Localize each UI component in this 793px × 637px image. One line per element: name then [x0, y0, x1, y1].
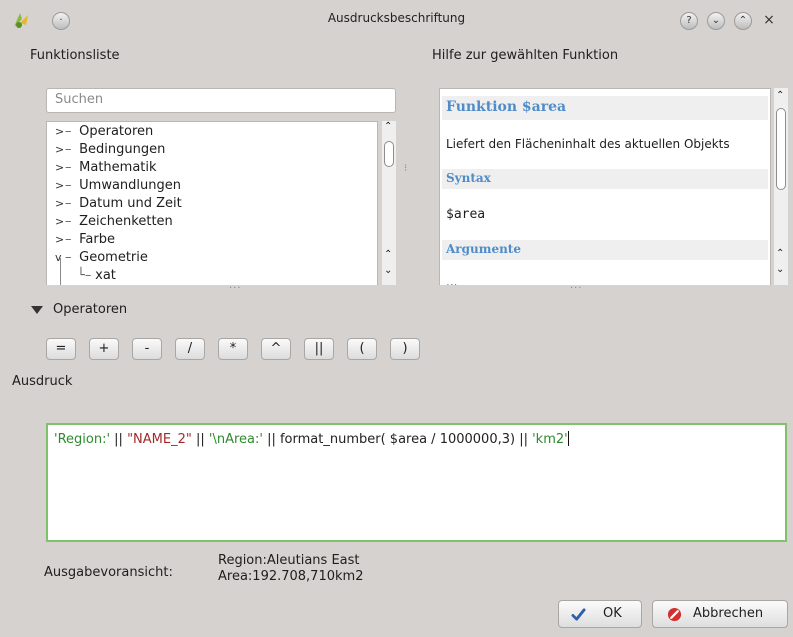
expand-arrow-icon[interactable]: >: [55, 231, 65, 249]
ok-button[interactable]: OK: [558, 600, 642, 628]
help-button[interactable]: ?: [680, 12, 698, 30]
tree-item-farbe[interactable]: >– Farbe: [55, 231, 115, 249]
op-close-paren-button[interactable]: ): [390, 338, 420, 360]
scroll-up-icon[interactable]: ⌃: [776, 248, 784, 259]
checkmark-icon: [571, 608, 586, 621]
scroll-thumb[interactable]: [776, 108, 786, 190]
op-equals-button[interactable]: =: [46, 338, 76, 360]
maximize-button[interactable]: ⌃: [734, 12, 752, 30]
scroll-down-icon[interactable]: ⌄: [776, 264, 784, 275]
minimize-button[interactable]: ⌄: [707, 12, 725, 30]
tree-item-mathematik[interactable]: >– Mathematik: [55, 159, 157, 177]
tree-guide-line: [60, 258, 61, 285]
op-multiply-button[interactable]: *: [218, 338, 248, 360]
expand-arrow-icon[interactable]: >: [55, 177, 65, 195]
expr-token: ||: [110, 432, 128, 447]
tree-item-xat[interactable]: └– xat: [77, 267, 116, 285]
tree-scrollbar[interactable]: ⌃ ⌃ ⌄: [382, 121, 396, 285]
expression-label: Ausdruck: [12, 374, 73, 389]
cancel-button[interactable]: Abbrechen: [652, 600, 788, 628]
operators-section-title[interactable]: Operatoren: [53, 302, 127, 317]
text-cursor: [567, 431, 569, 446]
arguments-heading: Argumente: [442, 240, 768, 260]
preview-label: Ausgabevoransicht:: [44, 565, 173, 580]
tree-item-geometrie[interactable]: v – Geometrie: [55, 249, 148, 267]
tree-item-datum-und-zeit[interactable]: >– Datum und Zeit: [55, 195, 182, 213]
tree-item-label: Mathematik: [79, 160, 157, 175]
cancel-label: Abbrechen: [693, 606, 764, 621]
help-description: Liefert den Flächeninhalt des aktuellen …: [446, 137, 730, 151]
expr-token: || format_number( $area / 1000000,3) ||: [262, 432, 533, 447]
close-button[interactable]: ×: [761, 12, 777, 28]
preview-line-1: Region:Aleutians East: [218, 553, 360, 568]
title-bar: · Ausdrucksbeschriftung ? ⌄ ⌃ ×: [0, 0, 793, 40]
function-tree[interactable]: >– Operatoren >– Bedingungen >– Mathemat…: [46, 121, 378, 285]
splitter-handle-bottom[interactable]: ···: [229, 283, 242, 294]
help-heading: Funktion $area: [442, 96, 768, 120]
window-title: Ausdrucksbeschriftung: [327, 11, 466, 25]
tree-item-umwandlungen[interactable]: >– Umwandlungen: [55, 177, 181, 195]
preview-line-2: Area:192.708,710km2: [218, 569, 364, 584]
op-power-button[interactable]: ^: [261, 338, 291, 360]
cancel-icon: [667, 607, 682, 622]
help-scrollbar[interactable]: ⌃ ⌃ ⌄: [774, 88, 788, 285]
search-input[interactable]: Suchen: [46, 88, 396, 113]
tree-item-bedingungen[interactable]: >– Bedingungen: [55, 141, 165, 159]
tree-item-label: xat: [95, 268, 116, 283]
expr-token: "NAME_2": [127, 432, 192, 447]
expand-arrow-icon[interactable]: >: [55, 195, 65, 213]
syntax-heading: Syntax: [442, 169, 768, 189]
expand-arrow-icon[interactable]: >: [55, 159, 65, 177]
syntax-value: $area: [446, 207, 486, 222]
op-divide-button[interactable]: /: [175, 338, 205, 360]
help-title: Hilfe zur gewählten Funktion: [432, 48, 619, 63]
tree-item-label: Umwandlungen: [79, 178, 181, 193]
tree-item-label: Geometrie: [79, 250, 148, 265]
tree-item-label: Bedingungen: [79, 142, 166, 157]
expression-editor[interactable]: 'Region:' || "NAME_2" || '\nArea:' || fo…: [46, 423, 787, 542]
scroll-up-icon[interactable]: ⌃: [384, 249, 392, 260]
tree-item-operatoren[interactable]: >– Operatoren: [55, 123, 153, 141]
expand-arrow-icon[interactable]: >: [55, 141, 65, 159]
splitter-handle-bottom[interactable]: ···: [570, 283, 583, 294]
ok-label: OK: [603, 606, 622, 621]
help-panel: Funktion $area Liefert den Flächeninhalt…: [439, 88, 771, 285]
expr-token: 'Region:': [54, 432, 111, 447]
collapse-triangle-icon[interactable]: [31, 306, 43, 314]
scroll-thumb[interactable]: [384, 141, 394, 167]
op-minus-button[interactable]: -: [132, 338, 162, 360]
function-list-title: Funktionsliste: [30, 48, 120, 63]
op-open-paren-button[interactable]: (: [347, 338, 377, 360]
tree-item-label: Farbe: [79, 232, 115, 247]
tree-item-zeichenketten[interactable]: >– Zeichenketten: [55, 213, 173, 231]
splitter-handle[interactable]: ⁝: [404, 163, 408, 174]
scroll-up-icon[interactable]: ⌃: [384, 121, 392, 132]
scroll-down-icon[interactable]: ⌄: [384, 265, 392, 276]
expr-token: ||: [191, 432, 209, 447]
tree-item-label: Zeichenketten: [79, 214, 173, 229]
expand-arrow-icon[interactable]: >: [55, 123, 65, 141]
expr-token: 'km2': [532, 432, 568, 447]
tree-item-label: Datum und Zeit: [79, 196, 182, 211]
op-concat-button[interactable]: ||: [304, 338, 334, 360]
preview-output: Region:Aleutians East Area:192.708,710km…: [218, 553, 363, 585]
expand-arrow-icon[interactable]: >: [55, 213, 65, 231]
arguments-partial: ...: [446, 275, 458, 285]
scroll-up-icon[interactable]: ⌃: [776, 90, 784, 101]
op-plus-button[interactable]: +: [89, 338, 119, 360]
tree-item-label: Operatoren: [79, 124, 154, 139]
expr-token: '\nArea:': [208, 432, 263, 447]
